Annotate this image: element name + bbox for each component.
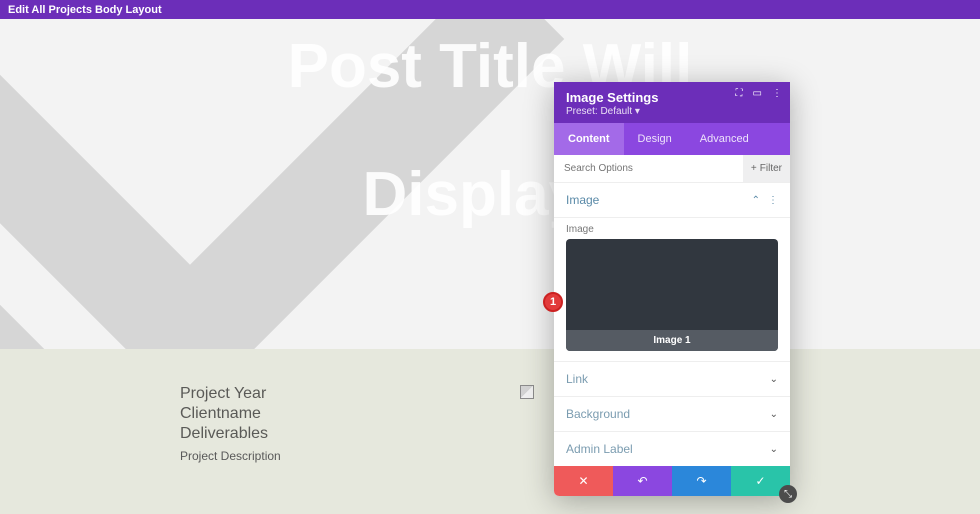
tab-content[interactable]: Content	[554, 123, 624, 155]
search-row: +Filter	[554, 155, 790, 183]
annotation-marker-1: 1	[543, 292, 563, 312]
section-background-label: Background	[566, 407, 630, 421]
section-admin-label-label: Admin Label	[566, 442, 633, 456]
tab-design[interactable]: Design	[624, 123, 686, 155]
chevron-down-icon: ⌄	[770, 409, 778, 420]
image-caption: Image 1	[566, 330, 778, 351]
expand-icon[interactable]: ⛶	[736, 88, 743, 99]
chevron-down-icon: ⌄	[770, 444, 778, 455]
image-preview[interactable]: Image 1	[566, 239, 778, 351]
section-link[interactable]: Link ⌄	[554, 361, 790, 396]
undo-button[interactable]: ↶	[613, 466, 672, 496]
section-background[interactable]: Background ⌄	[554, 396, 790, 431]
tab-advanced[interactable]: Advanced	[686, 123, 763, 155]
section-menu-icon[interactable]: ⋮	[768, 195, 778, 206]
panel-tabs: Content Design Advanced	[554, 123, 790, 155]
search-input[interactable]	[554, 163, 743, 174]
redo-button[interactable]: ↷	[672, 466, 731, 496]
chevron-down-icon: ⌄	[770, 374, 778, 385]
settings-panel: Image Settings Preset: Default ▾ ⛶ ▭ ⋮ C…	[554, 82, 790, 496]
content-area: Project Year Clientname Deliverables Pro…	[0, 349, 980, 514]
cancel-button[interactable]: ✕	[554, 466, 613, 496]
top-bar-title: Edit All Projects Body Layout	[8, 4, 162, 16]
menu-icon[interactable]: ⋮	[772, 88, 782, 99]
hero-title-line2: Display I	[0, 159, 980, 230]
section-image-title: Image	[566, 193, 599, 207]
section-link-label: Link	[566, 372, 588, 386]
panel-body: Image ⌃ ⋮ Image Image 1 Link ⌄ Backgroun…	[554, 183, 790, 466]
panel-preset[interactable]: Preset: Default ▾	[566, 106, 780, 117]
panel-footer: ✕ ↶ ↷ ✓	[554, 466, 790, 496]
filter-button[interactable]: +Filter	[743, 155, 790, 182]
tablet-icon[interactable]: ▭	[753, 88, 762, 99]
resize-handle[interactable]: ⤡	[779, 485, 797, 503]
hero-area: Post Title Will Display I	[0, 19, 980, 349]
panel-header[interactable]: Image Settings Preset: Default ▾ ⛶ ▭ ⋮	[554, 82, 790, 123]
top-bar: Edit All Projects Body Layout	[0, 0, 980, 19]
hero-title-line1: Post Title Will	[0, 31, 980, 102]
broken-image-icon	[520, 385, 534, 399]
image-field-label: Image	[554, 218, 790, 239]
section-image-header[interactable]: Image ⌃ ⋮	[554, 183, 790, 218]
collapse-up-icon[interactable]: ⌃	[752, 195, 760, 206]
section-admin-label[interactable]: Admin Label ⌄	[554, 431, 790, 466]
